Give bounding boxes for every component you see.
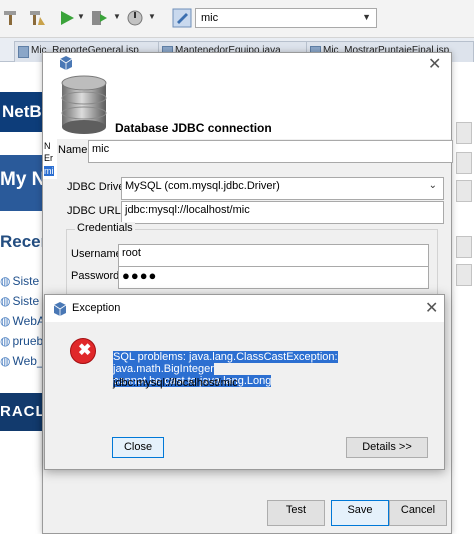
name-field[interactable]: mic	[88, 140, 453, 163]
recent-project-link[interactable]: ◍ Siste	[0, 274, 48, 288]
globe-icon: ◍	[0, 294, 11, 308]
recent-project-label: Siste	[12, 274, 40, 288]
project-configuration-value: mic	[201, 12, 219, 24]
profile-dropdown-icon[interactable]: ▼	[148, 12, 156, 21]
recent-project-link[interactable]: ◍ prueb	[0, 334, 48, 348]
exception-url: jdbc:mysql://localhost/mic	[113, 377, 238, 389]
side-button[interactable]	[456, 122, 472, 144]
side-button[interactable]	[456, 180, 472, 202]
side-button[interactable]	[456, 264, 472, 286]
welcome-text: My N	[0, 169, 46, 190]
netbeans-cube-icon	[54, 302, 66, 316]
recent-project-label: prueb	[12, 334, 44, 348]
side-button[interactable]	[456, 236, 472, 258]
netbeans-banner-text: NetB	[2, 102, 42, 121]
details-button[interactable]: Details >>	[346, 437, 428, 458]
username-field[interactable]: root	[118, 244, 429, 267]
jsp-file-icon	[18, 46, 29, 58]
credentials-title: Credentials	[75, 222, 135, 234]
ide-toolbar: ▼ ▼ ▼ mic ▼	[0, 0, 474, 38]
close-icon[interactable]: ✕	[425, 298, 438, 318]
recent-project-label: Siste	[12, 294, 40, 308]
cancel-button[interactable]: Cancel	[389, 500, 447, 526]
run-icon[interactable]	[58, 9, 76, 27]
recent-project-label: WebA	[12, 314, 45, 328]
globe-icon: ◍	[0, 314, 11, 328]
profile-icon[interactable]	[126, 9, 144, 27]
username-label: Username	[71, 248, 122, 260]
jdbc-url-field[interactable]: jdbc:mysql://localhost/mic	[121, 201, 444, 224]
recent-project-link[interactable]: ◍ Web_	[0, 354, 48, 368]
close-icon[interactable]: ✕	[428, 54, 441, 74]
strip-label: Er	[44, 153, 53, 163]
chevron-down-icon: ⌄	[428, 180, 437, 191]
close-button[interactable]: Close	[112, 437, 164, 458]
run-dropdown-icon[interactable]: ▼	[77, 12, 85, 21]
globe-icon: ◍	[0, 334, 11, 348]
strip-label: N	[44, 141, 51, 151]
error-icon: ✖	[70, 338, 96, 364]
dialog-heading: Database JDBC connection	[115, 121, 272, 135]
exception-dialog: Exception ✕ ✖ SQL problems: java.lang.Cl…	[44, 294, 445, 470]
jdbc-url-label: JDBC URL	[67, 205, 121, 217]
hammer-icon[interactable]	[2, 9, 20, 27]
exception-message-line1: SQL problems: java.lang.ClassCastExcepti…	[113, 351, 338, 375]
password-label: Password	[71, 270, 120, 282]
side-button[interactable]	[456, 152, 472, 174]
debug-icon[interactable]	[90, 9, 108, 27]
recent-project-label: Web_	[12, 354, 44, 368]
background-strip: N Er mi	[43, 139, 57, 179]
clean-build-icon[interactable]	[28, 9, 46, 27]
globe-icon: ◍	[0, 274, 11, 288]
jdbc-driver-select[interactable]: MySQL (com.mysql.jdbc.Driver) ⌄	[121, 177, 444, 200]
recent-project-link[interactable]: ◍ WebA	[0, 314, 48, 328]
jdbc-driver-label: JDBC Driver	[67, 181, 129, 193]
netbeans-cube-icon	[60, 56, 72, 70]
test-button[interactable]: Test	[267, 500, 325, 526]
strip-label: mi	[44, 166, 54, 176]
apply-code-changes-icon[interactable]	[172, 8, 192, 28]
name-label: Name	[58, 144, 88, 156]
project-configuration-select[interactable]: mic ▼	[195, 8, 377, 28]
save-button[interactable]: Save	[331, 500, 389, 526]
password-field[interactable]: ●●●●	[118, 266, 429, 289]
jdbc-driver-value: MySQL (com.mysql.jdbc.Driver)	[125, 180, 280, 192]
chevron-down-icon: ▼	[362, 12, 371, 22]
debug-dropdown-icon[interactable]: ▼	[113, 12, 121, 21]
dialog-title: Exception	[72, 302, 121, 314]
globe-icon: ◍	[0, 354, 11, 368]
recent-project-link[interactable]: ◍ Siste	[0, 294, 48, 308]
oracle-logo-text: RACL	[0, 403, 46, 420]
oracle-banner: RACL	[0, 393, 45, 431]
database-icon	[61, 75, 107, 134]
